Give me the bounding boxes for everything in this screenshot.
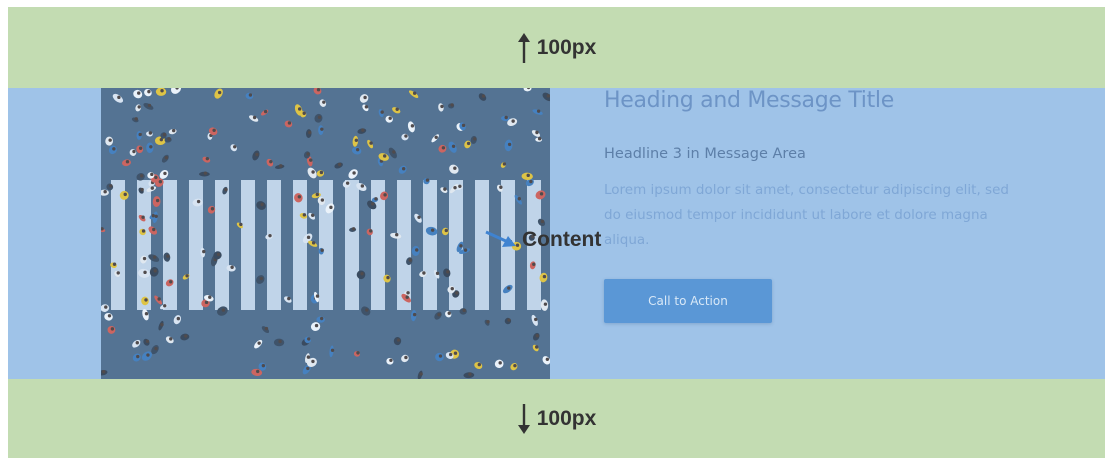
hero-body-text: Lorem ipsum dolor sit amet, consectetur …	[604, 182, 1009, 248]
hero-heading: Heading and Message Title	[604, 88, 894, 113]
top-padding-label: 100px	[517, 32, 597, 64]
arrow-up-icon	[517, 32, 531, 64]
call-to-action-button[interactable]: Call to Action	[604, 279, 772, 323]
content-marker: Content	[484, 228, 601, 252]
arrow-down-right-icon	[484, 229, 518, 251]
spacing-diagram: 100px Heading and Message Title Headline…	[8, 7, 1105, 458]
hero-text-column: Heading and Message Title Headline 3 in …	[604, 88, 1034, 379]
top-padding-value: 100px	[536, 35, 597, 59]
content-label-text: Content	[522, 228, 602, 251]
bottom-padding-value: 100px	[536, 406, 597, 430]
arrow-down-icon	[517, 403, 531, 435]
content-band: Heading and Message Title Headline 3 in …	[8, 88, 1105, 379]
hero-subheading: Headline 3 in Message Area	[604, 146, 806, 162]
bottom-padding-label: 100px	[517, 403, 597, 435]
bottom-padding-band: 100px	[8, 379, 1105, 458]
hero-image	[101, 88, 550, 379]
top-padding-band: 100px	[8, 7, 1105, 88]
